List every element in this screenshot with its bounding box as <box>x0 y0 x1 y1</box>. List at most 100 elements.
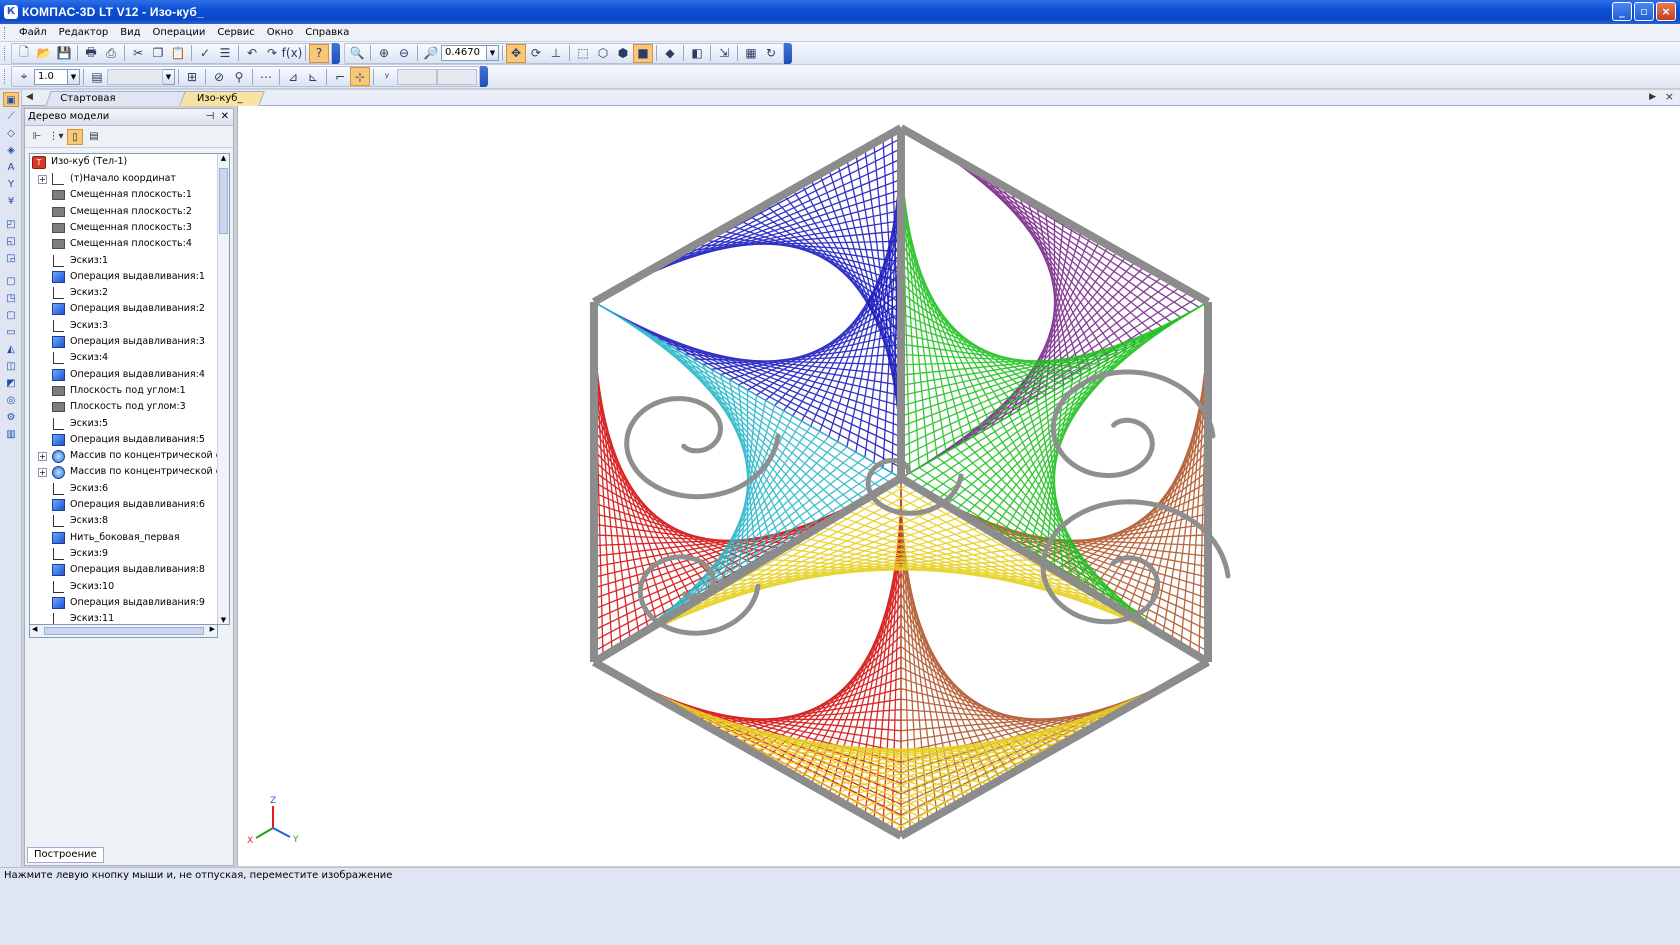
tab-construction[interactable]: Построение <box>27 847 104 863</box>
menu-window[interactable]: Окно <box>261 24 300 42</box>
iso-cube-model[interactable]: Z X Y <box>238 106 1680 866</box>
tree-item[interactable]: Операция выдавливания:4 <box>38 367 228 383</box>
manager-icon[interactable]: ▦ <box>741 44 761 63</box>
tree-item[interactable]: Нить_боковая_первая <box>38 530 228 546</box>
tree-view-icon[interactable]: ▯ <box>67 128 83 145</box>
tree-item[interactable]: Операция выдавливания:8 <box>38 562 228 578</box>
tree-root[interactable]: Т Изо-куб (Тел-1) <box>32 154 222 170</box>
ortho-icon[interactable]: ⊿ <box>283 67 303 86</box>
tree-item[interactable]: Операция выдавливания:5 <box>38 432 228 448</box>
tab-start-page[interactable]: Стартовая страница <box>45 91 189 118</box>
toolbar-end-handle[interactable] <box>332 42 340 64</box>
shell-tool-icon[interactable]: ▭ <box>3 325 19 340</box>
zoom-scale-icon[interactable]: 🔎 <box>421 44 441 63</box>
plane-tool-icon[interactable]: ◩ <box>3 376 19 391</box>
tab-iso-cube[interactable]: Изо-куб_ <box>179 91 265 106</box>
copy-icon[interactable]: ❐ <box>148 44 168 63</box>
tree-structure-icon[interactable]: ⊩ <box>29 129 45 145</box>
cut-icon[interactable]: ✂ <box>128 44 148 63</box>
axis-icon[interactable]: ⊾ <box>303 67 323 86</box>
toolbar-grip[interactable] <box>4 45 7 61</box>
menu-file[interactable]: Файл <box>13 24 53 42</box>
tree-item[interactable]: Эскиз:5 <box>38 416 228 432</box>
expand-icon[interactable]: + <box>38 174 47 184</box>
tabs-right-arrow-icon[interactable]: ▶ <box>1649 92 1656 102</box>
tree-horizontal-scrollbar[interactable]: ◀ ▶ <box>29 625 218 638</box>
tree-item[interactable]: Смещенная плоскость:4 <box>38 236 228 252</box>
open-icon[interactable]: 📂 <box>34 44 54 63</box>
new-document-icon[interactable]: 🗋 <box>14 44 34 63</box>
pan-icon[interactable]: ✥ <box>506 43 526 63</box>
tree-item[interactable]: Операция выдавливания:2 <box>38 301 228 317</box>
menu-operations[interactable]: Операции <box>146 24 211 42</box>
scroll-right-icon[interactable]: ▶ <box>210 625 215 633</box>
tree-item[interactable]: Плоскость под углом:1 <box>38 383 228 399</box>
toolbar-end-handle-3[interactable] <box>480 66 488 87</box>
tree-item[interactable]: + (т)Начало координат <box>38 171 228 187</box>
tree-item[interactable]: Смещенная плоскость:2 <box>38 204 228 220</box>
snap-icon[interactable]: ⊘ <box>209 67 229 86</box>
undo-icon[interactable]: ↶ <box>242 44 262 63</box>
rib-tool-icon[interactable]: ◭ <box>3 342 19 357</box>
expand-icon[interactable]: + <box>38 467 47 477</box>
step-cursor-icon[interactable]: ⌖ <box>14 67 34 86</box>
filter-icon[interactable]: ⇲ <box>714 44 734 63</box>
local-cs-icon[interactable]: ⊞ <box>182 67 202 86</box>
tree-item[interactable]: Эскиз:10 <box>38 579 228 595</box>
toolbar-end-handle-2[interactable] <box>784 42 792 64</box>
text-tool-icon[interactable]: A <box>3 160 19 175</box>
scroll-thumb[interactable] <box>219 168 228 234</box>
tree-item[interactable]: Операция выдавливания:3 <box>38 334 228 350</box>
hidden-lines-icon[interactable]: ⬡ <box>593 44 613 63</box>
tree-item[interactable]: Эскиз:11 <box>38 611 228 624</box>
hidden-thin-icon[interactable]: ⬢ <box>613 44 633 63</box>
tree-item[interactable]: Смещенная плоскость:1 <box>38 187 228 203</box>
snap-active-icon[interactable]: ⊹ <box>350 67 370 86</box>
tree-item[interactable]: + Массив по концентрической сетке <box>38 464 229 480</box>
scroll-down-icon[interactable]: ▼ <box>218 616 229 624</box>
save-icon[interactable]: 💾 <box>54 44 74 63</box>
scroll-up-icon[interactable]: ▲ <box>218 154 229 162</box>
panel-close-icon[interactable]: ✕ <box>221 111 229 122</box>
extrude-tool-icon[interactable]: ◰ <box>3 217 19 232</box>
sketch-tool-icon[interactable]: ⟋ <box>3 109 19 124</box>
measure-tool-icon[interactable]: Y <box>3 177 19 192</box>
perspective-icon[interactable]: ◆ <box>660 44 680 63</box>
report-tool-icon[interactable]: ▥ <box>3 427 19 442</box>
zoom-scale-input[interactable]: 0.4670 <box>441 45 487 61</box>
menu-help[interactable]: Справка <box>299 24 355 42</box>
menu-editor[interactable]: Редактор <box>53 24 115 42</box>
pin-icon[interactable]: ⊣ <box>206 111 215 122</box>
properties-icon[interactable]: ☰ <box>215 44 235 63</box>
dimension-tool-icon[interactable]: ◇ <box>3 126 19 141</box>
shading-icon[interactable]: ◧ <box>687 44 707 63</box>
paste-icon[interactable]: 📋 <box>168 44 188 63</box>
minimize-button[interactable]: _ <box>1612 2 1632 21</box>
halftone-icon[interactable]: ■ <box>633 43 653 63</box>
hscroll-thumb[interactable] <box>44 627 204 635</box>
maximize-button[interactable]: ▫ <box>1634 2 1654 21</box>
print-icon[interactable]: ⎙ <box>101 44 121 63</box>
menu-service[interactable]: Сервис <box>211 24 260 42</box>
tree-list-icon[interactable]: ▤ <box>86 129 102 145</box>
wireframe-icon[interactable]: ⬚ <box>573 44 593 63</box>
edit-tool-icon[interactable]: ◈ <box>3 143 19 158</box>
tree-item[interactable]: Эскиз:3 <box>38 318 228 334</box>
print-preview-icon[interactable]: 🖶 <box>81 44 101 63</box>
tree-item[interactable]: Плоскость под углом:3 <box>38 399 228 415</box>
fillet-tool-icon[interactable]: ◳ <box>3 291 19 306</box>
menu-grip[interactable] <box>4 26 7 39</box>
grid-icon[interactable]: ⋯ <box>256 67 276 86</box>
model-viewport[interactable]: Z X Y <box>237 106 1680 866</box>
scroll-left-icon[interactable]: ◀ <box>32 625 37 633</box>
coordinates-icon[interactable]: ʸ <box>377 67 397 86</box>
rotate-icon[interactable]: ⟳ <box>526 44 546 63</box>
tree-vertical-scrollbar[interactable]: ▲ ▼ <box>217 154 229 624</box>
tree-item[interactable]: Эскиз:4 <box>38 350 228 366</box>
tree-mode-icon[interactable]: ⋮▾ <box>48 129 64 145</box>
close-button[interactable]: × <box>1656 2 1676 21</box>
tree-item[interactable]: Эскиз:1 <box>38 253 228 269</box>
step-dropdown-icon[interactable]: ▼ <box>68 68 80 85</box>
array-tool-icon[interactable]: ◎ <box>3 393 19 408</box>
tree-item[interactable]: Операция выдавливания:6 <box>38 497 228 513</box>
